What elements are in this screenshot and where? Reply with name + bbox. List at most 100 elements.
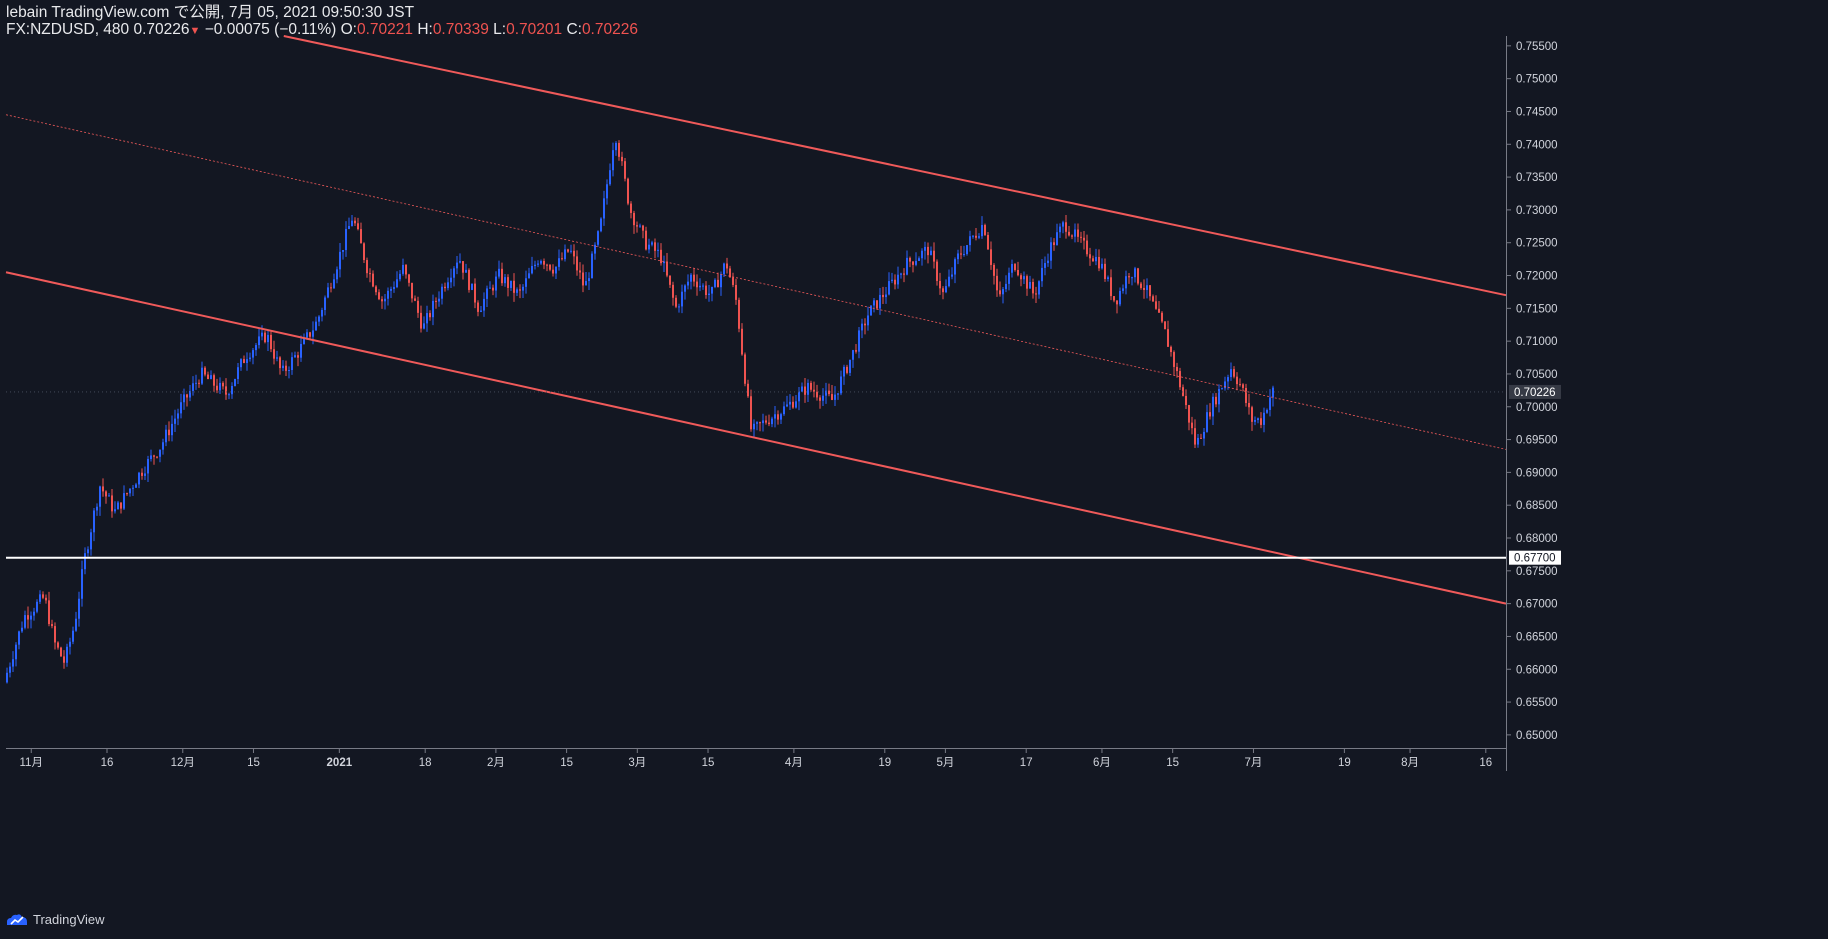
candle [90, 528, 92, 556]
candle-body [921, 250, 923, 259]
candle-body [1242, 384, 1244, 388]
candle-body [1047, 260, 1049, 264]
candle [561, 252, 563, 261]
candle [1182, 384, 1184, 397]
candle-body [903, 273, 905, 275]
candle-body [342, 250, 344, 252]
x-tick-label: 4月 [785, 757, 803, 769]
candle [813, 381, 815, 398]
candle [867, 306, 869, 331]
candle [945, 279, 947, 294]
candle-body [588, 278, 590, 282]
candle-body [69, 641, 71, 647]
y-tick-label: 0.70500 [1516, 369, 1558, 381]
candle [972, 235, 974, 239]
candle [186, 393, 188, 407]
candle [348, 217, 350, 230]
candle [27, 606, 29, 629]
candle-body [990, 249, 992, 265]
candle-body [723, 263, 725, 275]
candle-body [312, 330, 314, 337]
candle [876, 300, 878, 311]
candle [699, 278, 701, 292]
candle-body [405, 264, 407, 275]
candle-body [849, 359, 851, 373]
candle [321, 307, 323, 322]
candle-body [678, 306, 680, 308]
close-label: C: [566, 21, 582, 38]
candle-body [732, 277, 734, 285]
candle-body [822, 395, 824, 401]
candle-body [345, 228, 347, 251]
candle-body [1035, 293, 1037, 295]
candle [432, 294, 434, 326]
candle [1218, 384, 1220, 413]
candle [18, 630, 20, 650]
candle [1041, 259, 1043, 287]
candle-body [411, 282, 413, 299]
candle [1104, 258, 1106, 282]
candle-body [1140, 283, 1142, 288]
candle [846, 364, 848, 375]
candle-body [711, 286, 713, 294]
candle-body [1272, 387, 1274, 398]
candle-body [150, 455, 152, 460]
candle [375, 285, 377, 296]
candle [57, 641, 59, 650]
candle [567, 248, 569, 253]
candle-body [444, 286, 446, 289]
candle [372, 270, 374, 288]
price-chart[interactable]: 0.75500 0.75000 0.74500 0.74000 0.73500 0.730… [0, 0, 1828, 939]
candle [366, 257, 368, 278]
candle-body [375, 286, 377, 293]
candle-body [825, 390, 827, 396]
x-tick-label: 19 [1338, 757, 1351, 769]
candle-body [417, 300, 419, 313]
candle-body [1248, 402, 1250, 408]
candle [345, 221, 347, 257]
candle [1101, 258, 1103, 270]
candle-body [1131, 277, 1133, 279]
candle [363, 242, 365, 264]
candle-body [1113, 296, 1115, 301]
candle-body [456, 262, 458, 269]
candle-body [129, 488, 131, 494]
candle-body [1215, 396, 1217, 405]
candle [1044, 256, 1046, 276]
candle [315, 316, 317, 331]
candle [351, 215, 353, 227]
candle [1230, 362, 1232, 381]
candle [1107, 275, 1109, 282]
candle-body [399, 273, 401, 280]
candle-body [1194, 428, 1196, 445]
candle [234, 378, 236, 387]
publisher-line: lebain TradingView.com で公開, 7月 05, 2021 … [6, 4, 415, 21]
candle-body [501, 268, 503, 284]
candle-body [561, 258, 563, 260]
candle [489, 281, 491, 289]
y-tick-label: 0.74500 [1516, 106, 1558, 118]
candle [1251, 405, 1253, 431]
candle [417, 296, 419, 318]
candle [129, 488, 131, 497]
candle-body [117, 502, 119, 510]
candle-body [255, 345, 257, 351]
y-tick-label: 0.72500 [1516, 238, 1558, 250]
candle [159, 449, 161, 463]
candle-body [1176, 366, 1178, 372]
tradingview-logo-icon [7, 913, 27, 925]
candle [162, 438, 164, 455]
candle-body [1200, 437, 1202, 439]
candle-body [789, 401, 791, 405]
candle-body [816, 391, 818, 398]
candle [291, 352, 293, 375]
candle [258, 327, 260, 349]
candle-body [555, 266, 557, 274]
footer-brand[interactable]: TradingView [6, 912, 105, 927]
candle-body [906, 257, 908, 275]
candle [585, 272, 587, 286]
candle [609, 163, 611, 186]
candle [1233, 366, 1235, 379]
candle [936, 259, 938, 286]
candle [627, 177, 629, 206]
